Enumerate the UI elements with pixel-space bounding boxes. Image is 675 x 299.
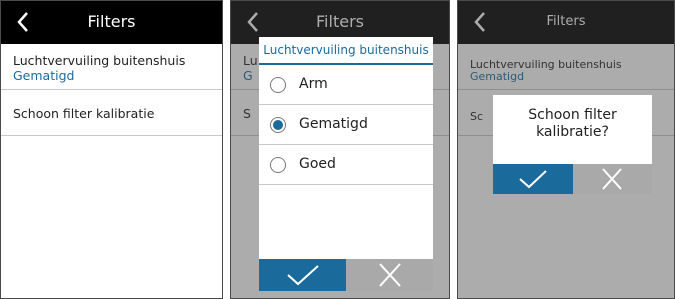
cancel-button[interactable] bbox=[346, 259, 433, 291]
question-line: kalibratie? bbox=[536, 124, 609, 140]
option-dialog: Luchtvervuiling buitenshuis Arm Gematigd… bbox=[259, 37, 433, 291]
dialog-buttons bbox=[259, 259, 433, 291]
filters-screen-confirm-dialog: Filters Luchtvervuiling buitenshuis Gema… bbox=[457, 0, 675, 299]
option-goed[interactable]: Goed bbox=[259, 145, 433, 185]
option-label: Goed bbox=[299, 156, 336, 172]
radio-selected-icon[interactable] bbox=[270, 117, 286, 133]
check-icon bbox=[519, 170, 547, 189]
option-label: Gematigd bbox=[299, 116, 368, 132]
confirm-question: Schoon filter kalibratie? bbox=[493, 107, 652, 141]
setting-label: Luchtvervuiling buitenshuis bbox=[13, 53, 186, 68]
option-label: Arm bbox=[299, 76, 328, 92]
pollution-setting-row[interactable]: Luchtvervuiling buitenshuis Gematigd bbox=[1, 44, 222, 90]
filter-calibration-row[interactable]: Schoon filter kalibratie bbox=[1, 90, 222, 136]
setting-value: Gematigd bbox=[13, 68, 75, 83]
option-arm[interactable]: Arm bbox=[259, 65, 433, 105]
close-icon bbox=[602, 168, 622, 190]
header-bar: Filters bbox=[1, 1, 222, 44]
page-title: Filters bbox=[87, 12, 136, 31]
question-line: Schoon filter bbox=[528, 107, 617, 123]
filters-screen: Filters Luchtvervuiling buitenshuis Gema… bbox=[0, 0, 223, 299]
confirm-button[interactable] bbox=[493, 164, 573, 194]
option-gematigd[interactable]: Gematigd bbox=[259, 105, 433, 145]
confirm-dialog: Schoon filter kalibratie? bbox=[493, 95, 652, 194]
filters-screen-option-dialog: Filters Lu G S Luchtvervuiling buitenshu… bbox=[230, 0, 450, 299]
cancel-button[interactable] bbox=[572, 164, 652, 194]
close-icon bbox=[378, 263, 401, 287]
setting-label: Schoon filter kalibratie bbox=[13, 106, 155, 121]
check-icon bbox=[286, 265, 319, 286]
radio-unselected-icon[interactable] bbox=[270, 157, 286, 173]
confirm-button[interactable] bbox=[259, 259, 346, 291]
dialog-buttons bbox=[493, 164, 652, 194]
dialog-title: Luchtvervuiling buitenshuis bbox=[263, 43, 429, 57]
radio-unselected-icon[interactable] bbox=[270, 77, 286, 93]
radio-dot bbox=[273, 120, 283, 130]
